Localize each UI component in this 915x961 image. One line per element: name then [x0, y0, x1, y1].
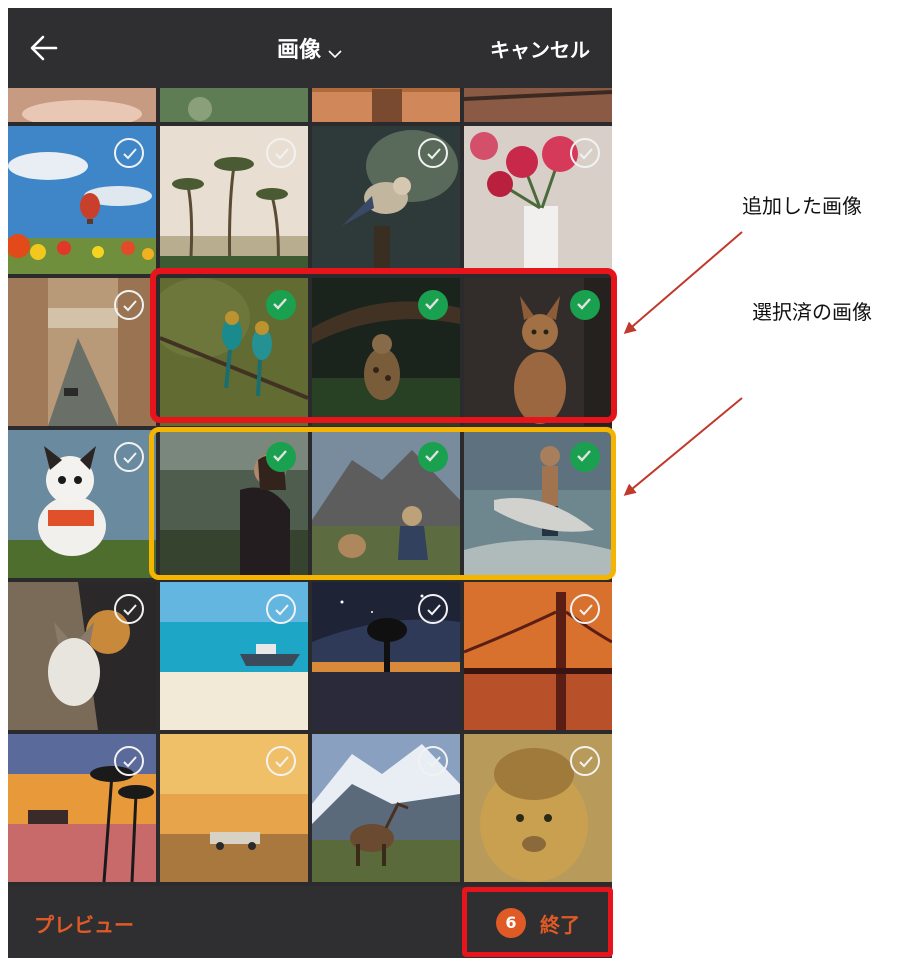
- photo-tile[interactable]: [8, 126, 156, 274]
- checked-circle-icon[interactable]: [418, 290, 448, 320]
- photo-tile[interactable]: [8, 734, 156, 882]
- photo-tile-selected[interactable]: [160, 430, 308, 578]
- added-images-annotation: 追加した画像: [742, 194, 862, 218]
- unchecked-circle-icon[interactable]: [114, 290, 144, 320]
- cancel-button[interactable]: キャンセル: [490, 34, 590, 63]
- selected-images-arrow: [623, 397, 743, 496]
- album-title: 画像: [276, 38, 321, 63]
- unchecked-circle-icon[interactable]: [114, 594, 144, 624]
- photo-tile-selected[interactable]: [312, 278, 460, 426]
- photo-tile[interactable]: [8, 430, 156, 578]
- photo-tile[interactable]: [312, 582, 460, 730]
- unchecked-circle-icon[interactable]: [114, 442, 144, 472]
- unchecked-circle-icon[interactable]: [418, 594, 448, 624]
- bottom-bar: プレビュー 6 終了: [8, 886, 612, 958]
- added-images-arrow: [623, 231, 743, 334]
- top-bar: 画像 キャンセル: [8, 8, 612, 88]
- done-label: 終了: [540, 913, 580, 937]
- photo-picker-screen: 画像 キャンセル プレビュー 6 終了: [8, 8, 612, 958]
- unchecked-circle-icon[interactable]: [418, 138, 448, 168]
- photo-grid: [8, 88, 612, 886]
- photo-tile[interactable]: [464, 126, 612, 274]
- chevron-down-icon: [327, 43, 343, 59]
- unchecked-circle-icon[interactable]: [114, 138, 144, 168]
- checked-circle-icon[interactable]: [570, 442, 600, 472]
- checked-circle-icon[interactable]: [570, 290, 600, 320]
- photo-tile[interactable]: [464, 734, 612, 882]
- photo-tile[interactable]: [8, 88, 156, 122]
- checked-circle-icon[interactable]: [418, 442, 448, 472]
- photo-tile-selected[interactable]: [464, 278, 612, 426]
- unchecked-circle-icon[interactable]: [266, 138, 296, 168]
- unchecked-circle-icon[interactable]: [418, 746, 448, 776]
- photo-tile[interactable]: [8, 278, 156, 426]
- checked-circle-icon[interactable]: [266, 442, 296, 472]
- checked-circle-icon[interactable]: [266, 290, 296, 320]
- preview-button[interactable]: プレビュー: [34, 909, 134, 938]
- photo-tile-selected[interactable]: [160, 278, 308, 426]
- photo-tile[interactable]: [312, 88, 460, 122]
- photo-tile[interactable]: [160, 126, 308, 274]
- unchecked-circle-icon[interactable]: [266, 594, 296, 624]
- unchecked-circle-icon[interactable]: [570, 138, 600, 168]
- photo-tile[interactable]: [312, 126, 460, 274]
- selected-images-annotation: 選択済の画像: [752, 300, 872, 324]
- photo-tile[interactable]: [160, 88, 308, 122]
- unchecked-circle-icon[interactable]: [570, 594, 600, 624]
- photo-tile[interactable]: [464, 582, 612, 730]
- photo-tile[interactable]: [160, 582, 308, 730]
- unchecked-circle-icon[interactable]: [266, 746, 296, 776]
- photo-tile[interactable]: [160, 734, 308, 882]
- photo-tile-selected[interactable]: [312, 430, 460, 578]
- unchecked-circle-icon[interactable]: [570, 746, 600, 776]
- unchecked-circle-icon[interactable]: [114, 746, 144, 776]
- photo-tile[interactable]: [8, 582, 156, 730]
- photo-tile-selected[interactable]: [464, 430, 612, 578]
- photo-tile[interactable]: [312, 734, 460, 882]
- photo-tile[interactable]: [464, 88, 612, 122]
- selection-count-badge: 6: [496, 908, 526, 938]
